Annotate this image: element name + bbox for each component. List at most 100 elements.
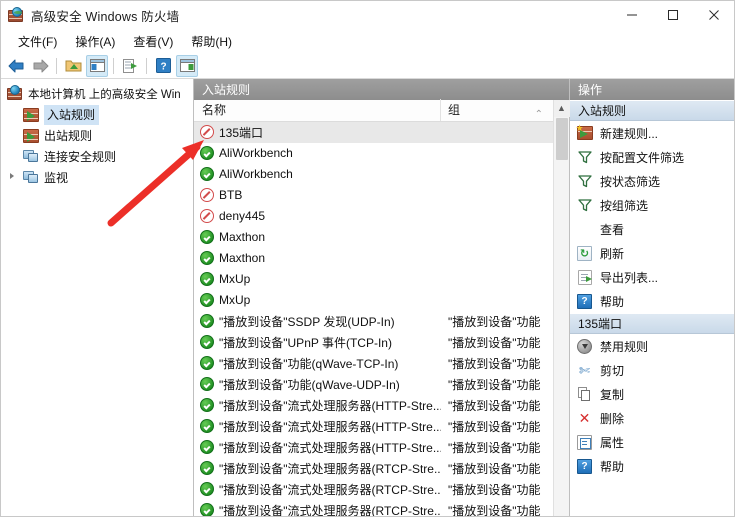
maximize-button[interactable] [652, 1, 693, 29]
svg-text:?: ? [160, 62, 166, 73]
action-item[interactable]: ★ 新建规则... [570, 121, 734, 145]
list-pane-caption: 入站规则 [194, 79, 569, 100]
tree-root-node[interactable]: 本地计算机 上的高级安全 Win [1, 84, 193, 104]
rule-name-label: "播放到设备"UPnP 事件(TCP-In) [219, 335, 392, 350]
table-row[interactable]: "播放到设备"UPnP 事件(TCP-In) "播放到设备"功能 [194, 332, 553, 353]
rule-name-label: MxUp [219, 272, 251, 287]
properties-icon [576, 434, 593, 451]
table-row[interactable]: "播放到设备"流式处理服务器(RTCP-Stre... "播放到设备"功能 [194, 458, 553, 479]
rule-name-cell: MxUp [194, 293, 441, 308]
up-folder-icon[interactable] [62, 55, 84, 77]
action-item[interactable]: 禁用规则 [570, 334, 734, 358]
rule-name-label: Maxthon [219, 251, 266, 266]
action-item[interactable]: 导出列表... [570, 265, 734, 289]
scrollbar-thumb[interactable] [555, 117, 568, 160]
export-list-icon[interactable] [119, 55, 141, 77]
scroll-up-icon[interactable]: ▲ [553, 99, 570, 117]
rule-name-label: MxUp [219, 293, 251, 308]
show-action-pane-icon[interactable] [176, 54, 198, 77]
action-item-label: 按状态筛选 [600, 174, 661, 189]
table-row[interactable]: "播放到设备"SSDP 发现(UDP-In) "播放到设备"功能 [194, 311, 553, 332]
block-rule-icon [200, 188, 214, 203]
sidebar-item-outbound-rules[interactable]: 出站规则 [1, 125, 193, 146]
column-header-group[interactable]: 组 ⌃ [441, 99, 553, 121]
back-arrow-icon[interactable] [5, 55, 27, 77]
table-row[interactable]: "播放到设备"流式处理服务器(HTTP-Stre... "播放到设备"功能 [194, 437, 553, 458]
rule-name-cell: AliWorkbench [194, 167, 441, 182]
console-tree: 本地计算机 上的高级安全 Win 入站规则 出站规则 连接安全规则 监视 [1, 79, 193, 516]
rule-name-label: BTB [219, 188, 243, 203]
show-hide-tree-icon[interactable] [86, 54, 108, 77]
table-row[interactable]: Maxthon [194, 227, 553, 248]
sidebar-item-monitoring[interactable]: 监视 [1, 167, 193, 188]
new-rule-icon: ★ [576, 124, 593, 142]
table-row[interactable]: "播放到设备"流式处理服务器(HTTP-Stre... "播放到设备"功能 [194, 395, 553, 416]
action-item[interactable]: 按组筛选 [570, 193, 734, 217]
close-button[interactable] [693, 1, 734, 29]
rules-list[interactable]: 135端口 AliWorkbench AliWorkbench BTB deny445 M… [194, 121, 553, 517]
allow-rule-icon [200, 272, 214, 287]
firewall-globe-icon [8, 7, 25, 23]
actions-section-header: 135端口 [570, 313, 734, 334]
table-row[interactable]: "播放到设备"流式处理服务器(RTCP-Stre... "播放到设备"功能 [194, 500, 553, 517]
rule-name-label: Maxthon [219, 230, 266, 245]
action-item[interactable]: ✄ 剪切 [570, 358, 734, 382]
table-row[interactable]: Maxthon [194, 248, 553, 269]
action-item[interactable]: 按状态筛选 [570, 169, 734, 193]
minimize-button[interactable] [611, 1, 652, 29]
table-row[interactable]: MxUp [194, 269, 553, 290]
sidebar-item-inbound-rules[interactable]: 入站规则 [1, 104, 193, 125]
table-row[interactable]: MxUp [194, 290, 553, 311]
table-row[interactable]: BTB [194, 185, 553, 206]
table-row[interactable]: AliWorkbench [194, 143, 553, 164]
table-row[interactable]: deny445 [194, 206, 553, 227]
filter-icon [576, 197, 593, 214]
rule-group-cell: "播放到设备"功能 [448, 314, 541, 329]
action-item[interactable]: ✕ 删除 [570, 406, 734, 430]
allow-rule-icon [200, 461, 214, 476]
rule-name-label: "播放到设备"流式处理服务器(RTCP-Stre... [219, 503, 441, 517]
action-item[interactable]: ? 帮助 [570, 289, 734, 313]
sidebar-item-connection-security-rules[interactable]: 连接安全规则 [1, 146, 193, 167]
chevron-right-icon[interactable] [10, 173, 14, 179]
actions-list: 入站规则 ★ 新建规则... 按配置文件筛选 按状态筛选 按组筛选 查看 ↻ 刷新 导出列表...… [570, 100, 734, 478]
action-item-label: 禁用规则 [600, 339, 649, 354]
action-item[interactable]: 属性 [570, 430, 734, 454]
action-item[interactable]: 按配置文件筛选 [570, 145, 734, 169]
menu-view[interactable]: 查看(V) [124, 31, 182, 52]
disable-rule-icon [576, 338, 593, 355]
action-item[interactable]: ? 帮助 [570, 454, 734, 478]
column-header-name[interactable]: 名称 [194, 99, 441, 122]
menu-file[interactable]: 文件(F) [9, 31, 66, 52]
action-item[interactable]: 查看 [570, 217, 734, 241]
action-item[interactable]: 复制 [570, 382, 734, 406]
allow-rule-icon [200, 335, 214, 350]
rule-name-label: 135端口 [219, 125, 264, 140]
action-item-label: 复制 [600, 387, 625, 402]
table-row[interactable]: "播放到设备"功能(qWave-UDP-In) "播放到设备"功能 [194, 374, 553, 395]
rule-name-label: "播放到设备"功能(qWave-UDP-In) [219, 377, 400, 392]
table-row[interactable]: AliWorkbench [194, 164, 553, 185]
list-vertical-scrollbar[interactable]: ▲ [553, 99, 570, 516]
table-row[interactable]: "播放到设备"流式处理服务器(HTTP-Stre... "播放到设备"功能 [194, 416, 553, 437]
rule-name-cell: BTB [194, 188, 441, 203]
rule-name-label: "播放到设备"SSDP 发现(UDP-In) [219, 314, 395, 329]
table-row[interactable]: "播放到设备"功能(qWave-TCP-In) "播放到设备"功能 [194, 353, 553, 374]
action-item[interactable]: ↻ 刷新 [570, 241, 734, 265]
menu-action[interactable]: 操作(A) [66, 31, 124, 52]
page-title: 高级安全 Windows 防火墙 [31, 9, 180, 24]
menu-help[interactable]: 帮助(H) [182, 31, 241, 52]
monitoring-icon [23, 170, 39, 186]
table-row[interactable]: 135端口 [194, 121, 553, 143]
rule-name-label: "播放到设备"流式处理服务器(RTCP-Stre... [219, 461, 441, 476]
actions-pane: 操作 入站规则 ★ 新建规则... 按配置文件筛选 按状态筛选 按组筛选 查看 ↻ 刷新 导出列表… [570, 79, 734, 516]
connection-security-icon [23, 149, 39, 165]
table-row[interactable]: "播放到设备"流式处理服务器(RTCP-Stre... "播放到设备"功能 [194, 479, 553, 500]
help-icon[interactable]: ? [152, 55, 174, 77]
action-item-label: 新建规则... [600, 126, 659, 141]
allow-rule-icon [200, 440, 214, 455]
rule-name-label: "播放到设备"流式处理服务器(HTTP-Stre... [219, 398, 441, 413]
toolbar: ? [1, 53, 734, 79]
forward-arrow-icon[interactable] [29, 55, 51, 77]
filter-icon [576, 173, 593, 190]
